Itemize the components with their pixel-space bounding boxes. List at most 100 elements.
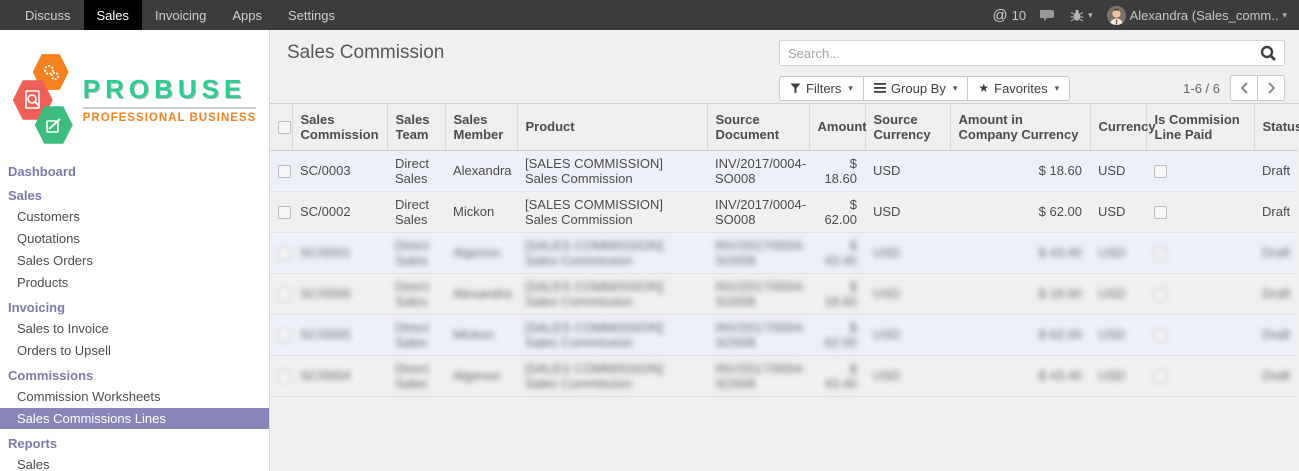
- cell-amount-company-currency[interactable]: $ 18.60: [950, 150, 1090, 191]
- col-is-commission-line-paid[interactable]: Is Commision Line Paid: [1146, 104, 1254, 150]
- cell-sales-commission[interactable]: SC/0001: [292, 232, 387, 273]
- cell-amount[interactable]: $ 43.40: [809, 355, 865, 396]
- cell-status[interactable]: Draft: [1254, 150, 1298, 191]
- filters-button[interactable]: Filters ▾: [779, 76, 864, 101]
- col-sales-member[interactable]: Sales Member: [445, 104, 517, 150]
- row-checkbox[interactable]: [278, 288, 291, 301]
- cell-currency[interactable]: USD: [1090, 232, 1146, 273]
- cell-status[interactable]: Draft: [1254, 273, 1298, 314]
- col-source-currency[interactable]: Source Currency: [865, 104, 950, 150]
- cell-product[interactable]: [SALES COMMISSION] Sales Commission: [517, 232, 707, 273]
- col-amount[interactable]: Amount: [809, 104, 865, 150]
- cell-source-currency[interactable]: USD: [865, 191, 950, 232]
- topbar-menu-apps[interactable]: Apps: [219, 0, 275, 30]
- sidebar-section-reports[interactable]: Reports: [0, 434, 269, 453]
- table-row[interactable]: SC/0005Direct SalesMickon[SALES COMMISSI…: [270, 314, 1298, 355]
- cell-source-currency[interactable]: USD: [865, 150, 950, 191]
- sidebar-item-commission-worksheets[interactable]: Commission Worksheets: [0, 386, 269, 407]
- sidebar-item-products[interactable]: Products: [0, 272, 269, 293]
- row-checkbox[interactable]: [278, 329, 291, 342]
- cell-source-document[interactable]: INV/2017/0004-SO008: [707, 314, 809, 355]
- col-source-document[interactable]: Source Document: [707, 104, 809, 150]
- cell-sales-team[interactable]: Direct Sales: [387, 273, 445, 314]
- paid-checkbox[interactable]: [1154, 247, 1167, 260]
- cell-currency[interactable]: USD: [1090, 314, 1146, 355]
- cell-product[interactable]: [SALES COMMISSION] Sales Commission: [517, 273, 707, 314]
- debug-menu[interactable]: ▾: [1070, 9, 1093, 22]
- cell-sales-team[interactable]: Direct Sales: [387, 191, 445, 232]
- col-amount-company-currency[interactable]: Amount in Company Currency: [950, 104, 1090, 150]
- col-currency[interactable]: Currency: [1090, 104, 1146, 150]
- sidebar-item-orders-to-upsell[interactable]: Orders to Upsell: [0, 340, 269, 361]
- cell-status[interactable]: Draft: [1254, 191, 1298, 232]
- cell-amount[interactable]: $ 62.00: [809, 191, 865, 232]
- col-product[interactable]: Product: [517, 104, 707, 150]
- table-row[interactable]: SC/0001Direct SalesAlgenon[SALES COMMISS…: [270, 232, 1298, 273]
- cell-sales-member[interactable]: Alexandra: [445, 273, 517, 314]
- sidebar-item-quotations[interactable]: Quotations: [0, 228, 269, 249]
- cell-amount-company-currency[interactable]: $ 43.40: [950, 232, 1090, 273]
- cell-amount[interactable]: $ 18.60: [809, 273, 865, 314]
- cell-amount-company-currency[interactable]: $ 43.40: [950, 355, 1090, 396]
- topbar-menu-invoicing[interactable]: Invoicing: [142, 0, 219, 30]
- topbar-menu-sales[interactable]: Sales: [84, 0, 143, 30]
- cell-source-document[interactable]: INV/2017/0004-SO008: [707, 150, 809, 191]
- sidebar-section-commissions[interactable]: Commissions: [0, 366, 269, 385]
- cell-source-currency[interactable]: USD: [865, 314, 950, 355]
- topbar-menu-settings[interactable]: Settings: [275, 0, 348, 30]
- cell-product[interactable]: [SALES COMMISSION] Sales Commission: [517, 191, 707, 232]
- cell-amount[interactable]: $ 18.60: [809, 150, 865, 191]
- select-all-checkbox[interactable]: [278, 121, 291, 134]
- search-input[interactable]: [780, 46, 1260, 61]
- row-checkbox[interactable]: [278, 370, 291, 383]
- cell-sales-commission[interactable]: SC/0005: [292, 314, 387, 355]
- messages-button[interactable]: [1040, 9, 1056, 22]
- cell-sales-commission[interactable]: SC/0003: [292, 150, 387, 191]
- cell-sales-team[interactable]: Direct Sales: [387, 314, 445, 355]
- table-row[interactable]: SC/0003Direct SalesAlexandra[SALES COMMI…: [270, 150, 1298, 191]
- row-checkbox[interactable]: [278, 247, 291, 260]
- pager-previous-button[interactable]: [1230, 75, 1258, 101]
- cell-source-currency[interactable]: USD: [865, 232, 950, 273]
- sidebar-item-sales-orders[interactable]: Sales Orders: [0, 250, 269, 271]
- row-checkbox[interactable]: [278, 165, 291, 178]
- cell-product[interactable]: [SALES COMMISSION] Sales Commission: [517, 355, 707, 396]
- paid-checkbox[interactable]: [1154, 288, 1167, 301]
- cell-amount-company-currency[interactable]: $ 62.00: [950, 191, 1090, 232]
- sidebar-section-sales[interactable]: Sales: [0, 186, 269, 205]
- cell-sales-member[interactable]: Alexandra: [445, 150, 517, 191]
- cell-source-document[interactable]: INV/2017/0004-SO008: [707, 191, 809, 232]
- sidebar-item-sales-commissions-lines[interactable]: Sales Commissions Lines: [0, 408, 269, 429]
- cell-source-currency[interactable]: USD: [865, 273, 950, 314]
- mentions-counter[interactable]: @ 10: [992, 7, 1026, 24]
- table-row[interactable]: SC/0002Direct SalesMickon[SALES COMMISSI…: [270, 191, 1298, 232]
- cell-status[interactable]: Draft: [1254, 355, 1298, 396]
- cell-currency[interactable]: USD: [1090, 150, 1146, 191]
- cell-sales-commission[interactable]: SC/0004: [292, 355, 387, 396]
- search-icon[interactable]: [1260, 45, 1277, 62]
- cell-currency[interactable]: USD: [1090, 191, 1146, 232]
- group-by-button[interactable]: Group By ▾: [863, 76, 968, 101]
- col-sales-commission[interactable]: Sales Commission: [292, 104, 387, 150]
- col-status[interactable]: Status: [1254, 104, 1298, 150]
- sidebar-section-dashboard[interactable]: Dashboard: [0, 162, 269, 181]
- topbar-menu-discuss[interactable]: Discuss: [12, 0, 84, 30]
- cell-amount-company-currency[interactable]: $ 18.60: [950, 273, 1090, 314]
- cell-sales-commission[interactable]: SC/0002: [292, 191, 387, 232]
- cell-amount[interactable]: $ 62.00: [809, 314, 865, 355]
- sidebar-item-sales[interactable]: Sales: [0, 454, 269, 471]
- table-row[interactable]: SC/0004Direct SalesAlgenon[SALES COMMISS…: [270, 355, 1298, 396]
- cell-amount-company-currency[interactable]: $ 62.00: [950, 314, 1090, 355]
- paid-checkbox[interactable]: [1154, 206, 1167, 219]
- paid-checkbox[interactable]: [1154, 370, 1167, 383]
- cell-source-document[interactable]: INV/2017/0004-SO008: [707, 273, 809, 314]
- cell-product[interactable]: [SALES COMMISSION] Sales Commission: [517, 150, 707, 191]
- cell-sales-team[interactable]: Direct Sales: [387, 150, 445, 191]
- cell-status[interactable]: Draft: [1254, 232, 1298, 273]
- cell-currency[interactable]: USD: [1090, 355, 1146, 396]
- cell-sales-member[interactable]: Mickon: [445, 191, 517, 232]
- paid-checkbox[interactable]: [1154, 165, 1167, 178]
- cell-sales-member[interactable]: Algenon: [445, 355, 517, 396]
- cell-source-document[interactable]: INV/2017/0004-SO008: [707, 355, 809, 396]
- table-row[interactable]: SC/0006Direct SalesAlexandra[SALES COMMI…: [270, 273, 1298, 314]
